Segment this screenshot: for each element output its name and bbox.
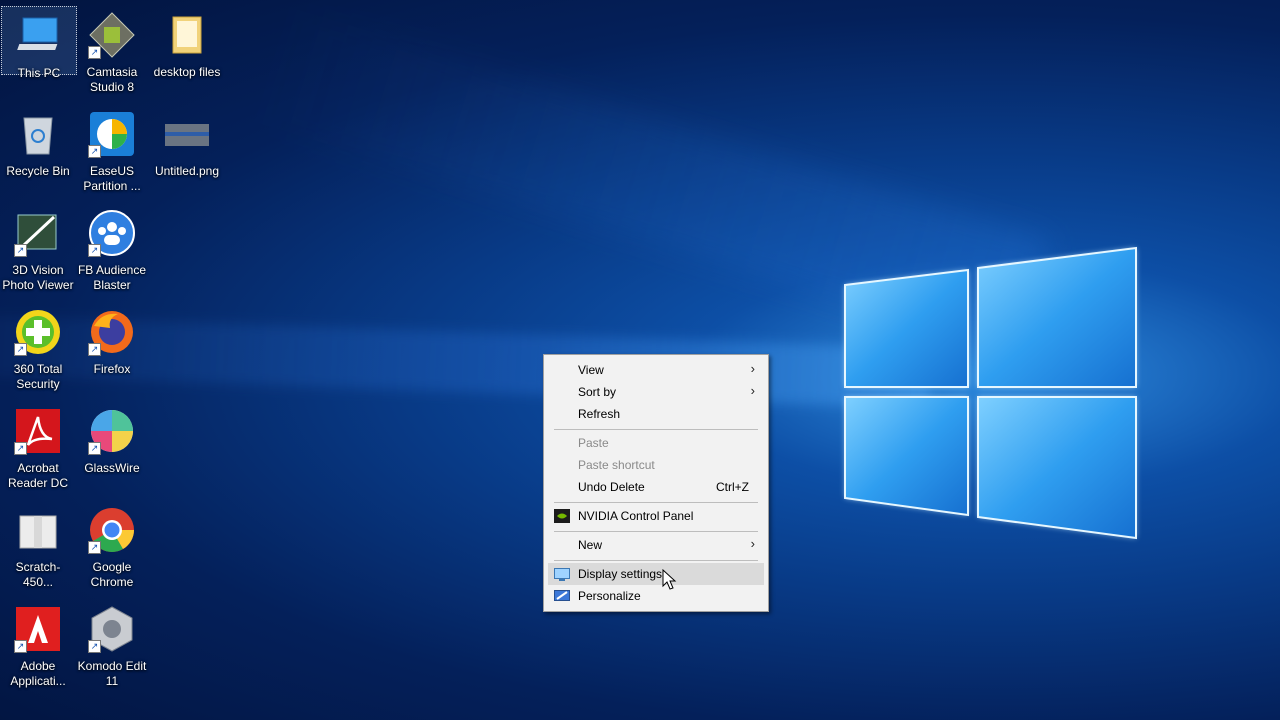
desktop-context-menu: View › Sort by › Refresh Paste Paste sho… — [543, 354, 769, 612]
desktop-icon-label: Camtasia Studio 8 — [86, 65, 138, 94]
menu-item-label: New — [578, 538, 603, 552]
desktop-icon-firefox[interactable]: ↗ Firefox — [75, 303, 149, 377]
menu-item-paste-shortcut: Paste shortcut — [548, 454, 764, 476]
desktop-icon-fb-audience[interactable]: ↗ FB Audience Blaster — [75, 204, 149, 293]
menu-item-undo-delete[interactable]: Undo Delete Ctrl+Z — [548, 476, 764, 498]
chevron-right-icon: › — [750, 361, 755, 376]
desktop-icon-easeus[interactable]: ↗ EaseUS Partition ... — [75, 105, 149, 194]
desktop-icon-label: EaseUS Partition ... — [83, 164, 141, 193]
360-security-icon: ↗ — [14, 308, 62, 356]
glasswire-icon: ↗ — [88, 407, 136, 455]
menu-item-new[interactable]: New › — [548, 534, 764, 556]
menu-item-label: Paste shortcut — [578, 458, 655, 472]
menu-item-label: Refresh — [578, 407, 621, 421]
menu-separator — [554, 429, 758, 430]
menu-item-label: Sort by — [578, 385, 617, 399]
chevron-right-icon: › — [750, 536, 755, 551]
shortcut-arrow-icon: ↗ — [14, 442, 27, 455]
adobe-icon: ↗ — [14, 605, 62, 653]
shortcut-arrow-icon: ↗ — [88, 442, 101, 455]
shortcut-arrow-icon: ↗ — [88, 343, 101, 356]
desktop-icon-label: 3D Vision Photo Viewer — [2, 263, 74, 292]
menu-separator — [554, 560, 758, 561]
mouse-cursor-icon — [662, 569, 677, 590]
shortcut-arrow-icon: ↗ — [88, 244, 101, 257]
desktop-icon-3d-vision[interactable]: ↗ 3D Vision Photo Viewer — [1, 204, 75, 293]
menu-item-label: Undo Delete — [578, 480, 645, 494]
computer-icon — [15, 12, 63, 60]
shortcut-arrow-icon: ↗ — [14, 640, 27, 653]
desktop-icon-label: Scratch-450... — [15, 560, 61, 589]
desktop-icon-label: This PC — [17, 66, 61, 80]
recycle-bin-icon — [14, 110, 62, 158]
acrobat-icon: ↗ — [14, 407, 62, 455]
installer-box-icon — [14, 506, 62, 554]
desktop-icon-this-pc[interactable]: This PC — [1, 6, 77, 80]
nvidia-icon — [554, 509, 570, 523]
desktop-icon-label: Adobe Applicati... — [10, 659, 66, 688]
menu-separator — [554, 502, 758, 503]
desktop-icon-label: Firefox — [93, 362, 131, 376]
shortcut-arrow-icon: ↗ — [14, 343, 27, 356]
desktop-icon-label: Komodo Edit 11 — [77, 659, 147, 688]
desktop-icon-desktop-files[interactable]: desktop files — [150, 6, 224, 80]
menu-item-nvidia[interactable]: NVIDIA Control Panel — [548, 505, 764, 527]
shortcut-arrow-icon: ↗ — [88, 640, 101, 653]
easeus-icon: ↗ — [88, 110, 136, 158]
menu-item-sort-by[interactable]: Sort by › — [548, 381, 764, 403]
menu-item-label: Display settings — [578, 567, 663, 581]
desktop-icon-chrome[interactable]: ↗ Google Chrome — [75, 501, 149, 590]
komodo-icon: ↗ — [88, 605, 136, 653]
menu-item-label: View — [578, 363, 604, 377]
shortcut-arrow-icon: ↗ — [14, 244, 27, 257]
desktop-icon-scratch[interactable]: Scratch-450... — [1, 501, 75, 590]
desktop-icon-label: Recycle Bin — [6, 164, 70, 178]
shortcut-arrow-icon: ↗ — [88, 145, 101, 158]
desktop-icon-adobe-app[interactable]: ↗ Adobe Applicati... — [1, 600, 75, 689]
menu-item-shortcut-key: Ctrl+Z — [716, 480, 749, 494]
chrome-icon: ↗ — [88, 506, 136, 554]
desktop-icon-untitled-png[interactable]: Untitled.png — [150, 105, 224, 179]
shortcut-arrow-icon: ↗ — [88, 46, 101, 59]
menu-separator — [554, 531, 758, 532]
desktop-icon-label: GlassWire — [84, 461, 140, 475]
desktop-icon-glasswire[interactable]: ↗ GlassWire — [75, 402, 149, 476]
desktop-icon-acrobat[interactable]: ↗ Acrobat Reader DC — [1, 402, 75, 491]
desktop-icon-camtasia[interactable]: ↗ Camtasia Studio 8 — [75, 6, 149, 95]
menu-item-view[interactable]: View › — [548, 359, 764, 381]
menu-item-refresh[interactable]: Refresh — [548, 403, 764, 425]
desktop-icon-recycle-bin[interactable]: Recycle Bin — [1, 105, 75, 179]
desktop-icon-label: 360 Total Security — [13, 362, 63, 391]
menu-item-display-settings[interactable]: Display settings — [548, 563, 764, 585]
3d-vision-icon: ↗ — [14, 209, 62, 257]
desktop-icon-360-total[interactable]: ↗ 360 Total Security — [1, 303, 75, 392]
camtasia-icon: ↗ — [88, 11, 136, 59]
desktop-icon-label: Acrobat Reader DC — [7, 461, 69, 490]
desktop-icon-label: Google Chrome — [90, 560, 134, 589]
shortcut-arrow-icon: ↗ — [88, 541, 101, 554]
desktop-icon-label: Untitled.png — [154, 164, 220, 178]
menu-item-personalize[interactable]: Personalize — [548, 585, 764, 607]
desktop-icon-label: FB Audience Blaster — [77, 263, 147, 292]
desktop-icon-label: desktop files — [153, 65, 221, 79]
display-icon — [554, 567, 570, 581]
folder-icon — [163, 11, 211, 59]
personalize-icon — [554, 589, 570, 603]
menu-item-label: Paste — [578, 436, 609, 450]
firefox-icon: ↗ — [88, 308, 136, 356]
menu-item-label: NVIDIA Control Panel — [578, 509, 694, 523]
chevron-right-icon: › — [750, 383, 755, 398]
menu-item-paste: Paste — [548, 432, 764, 454]
desktop-icon-komodo[interactable]: ↗ Komodo Edit 11 — [75, 600, 149, 689]
image-file-icon — [163, 110, 211, 158]
fb-audience-icon: ↗ — [88, 209, 136, 257]
menu-item-label: Personalize — [578, 589, 641, 603]
